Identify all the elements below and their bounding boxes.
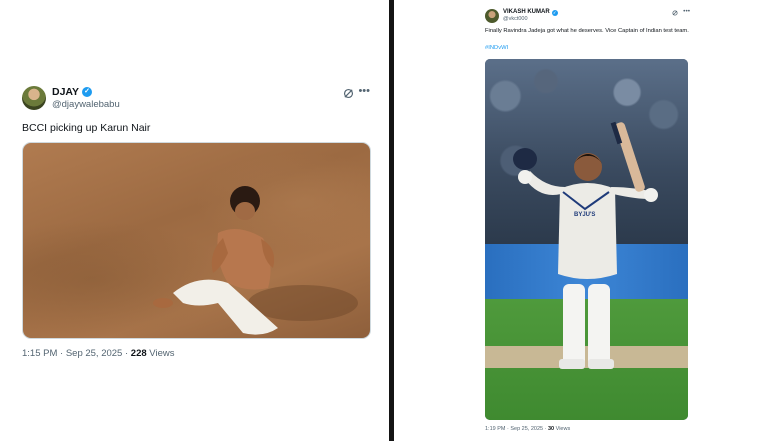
tweet-media-image[interactable] — [22, 142, 371, 339]
grok-icon[interactable] — [672, 10, 678, 16]
more-options-icon[interactable]: ••• — [683, 8, 690, 15]
display-name-text[interactable]: DJAY — [52, 86, 79, 98]
tweet-timestamp[interactable]: 1:19 PM · Sep 25, 2025 · — [485, 426, 548, 432]
user-handle[interactable]: @djaywalebabu — [52, 99, 120, 110]
dancer-on-sand-image — [153, 186, 358, 335]
tweet-text: Finally Ravindra Jadeja got what he dese… — [485, 28, 689, 34]
display-name[interactable]: DJAY ✓ — [52, 86, 93, 98]
display-name[interactable]: VIKASH KUMAR ✓ — [503, 9, 558, 16]
verified-badge-icon: ✓ — [82, 87, 93, 97]
tweet-text: BCCI picking up Karun Nair — [22, 122, 151, 134]
user-handle[interactable]: @vkct000 — [503, 16, 528, 23]
verified-badge-icon: ✓ — [551, 9, 558, 16]
hashtag-link[interactable]: #INDvWI — [485, 45, 508, 52]
views-count: 228 — [130, 348, 147, 359]
tweet-meta: 1:15 PM · Sep 25, 2025 · 228 Views — [22, 348, 174, 359]
grok-icon[interactable] — [343, 88, 354, 99]
views-label: Views — [554, 426, 571, 432]
views-label: Views — [146, 348, 175, 359]
cricketer-celebrating-image — [513, 121, 658, 369]
tweet-media-image[interactable]: BYJU'S — [485, 59, 688, 420]
avatar[interactable] — [22, 86, 46, 110]
left-screenshot-panel: DJAY ✓ @djaywalebabu ••• BCCI picking up… — [0, 0, 389, 441]
display-name-text[interactable]: VIKASH KUMAR — [503, 9, 550, 16]
avatar[interactable] — [485, 9, 499, 23]
tweet-timestamp[interactable]: 1:15 PM · Sep 25, 2025 · — [22, 348, 131, 359]
tweet-meta: 1:19 PM · Sep 25, 2025 · 30 Views — [485, 426, 570, 432]
jersey-sponsor-text: BYJU'S — [574, 212, 596, 218]
right-screenshot-panel: VIKASH KUMAR ✓ @vkct000 ••• Finally Ravi… — [394, 0, 784, 441]
more-options-icon[interactable]: ••• — [358, 85, 370, 97]
